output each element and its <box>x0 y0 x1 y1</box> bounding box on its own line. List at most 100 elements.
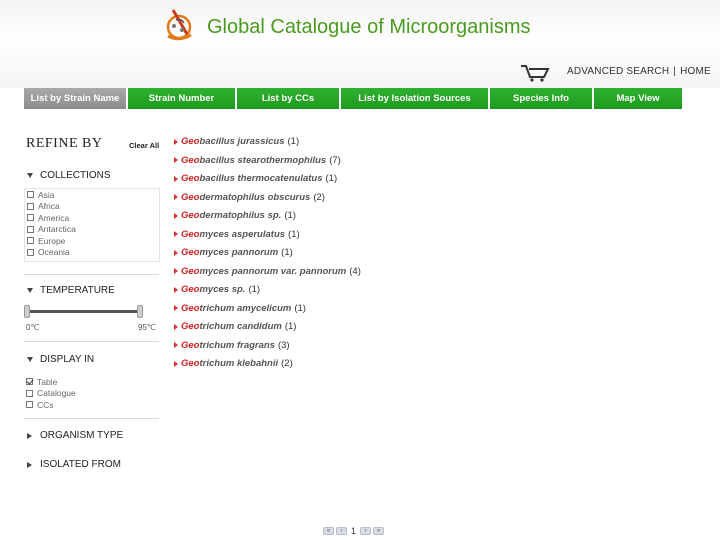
tab-strain-number[interactable]: Strain Number <box>128 88 237 109</box>
strain-name-link[interactable]: Geodermatophilus obscurus <box>181 192 310 203</box>
bullet-arrow-icon <box>174 138 178 145</box>
display-in-options: Table Catalogue CCs <box>26 376 76 411</box>
match-highlight: Geo <box>181 284 200 295</box>
strain-name-link[interactable]: Geomyces pannorum var. pannorum <box>181 266 346 277</box>
display-option-ccs[interactable]: CCs <box>26 399 76 411</box>
clear-all-link[interactable]: Clear All <box>129 141 159 150</box>
checkbox-label: CCs <box>37 399 54 410</box>
strain-name-link[interactable]: Geotrichum candidum <box>181 321 282 332</box>
list-item[interactable]: Geotrichum amycelicum (1) <box>174 303 306 314</box>
collapse-triangle-icon <box>27 288 33 293</box>
collection-option-america[interactable]: America <box>27 212 159 224</box>
list-item[interactable]: Geobacillus jurassicus (1) <box>174 136 299 147</box>
temperature-slider-track[interactable] <box>27 310 141 313</box>
checkbox[interactable] <box>26 401 33 409</box>
tab-list-by-ccs[interactable]: List by CCs <box>237 88 341 109</box>
list-item[interactable]: Geomyces asperulatus (1) <box>174 229 300 240</box>
collection-option-asia[interactable]: Asia <box>27 189 159 201</box>
bullet-arrow-icon <box>174 268 178 274</box>
home-link[interactable]: HOME <box>680 66 711 77</box>
checkbox[interactable] <box>27 191 34 199</box>
match-highlight: Geo <box>181 191 200 203</box>
match-highlight: Geo <box>181 321 200 332</box>
name-rest: bacillus stearothermophilus <box>199 154 327 166</box>
strain-name-link[interactable]: Geobacillus thermocatenulatus <box>181 173 323 184</box>
checkbox[interactable] <box>26 389 33 397</box>
temperature-slider-max-handle[interactable] <box>137 305 143 318</box>
strain-name-link[interactable]: Geodermatophilus sp. <box>181 210 281 221</box>
bullet-arrow-icon <box>174 323 178 330</box>
strain-count: (2) <box>281 358 293 369</box>
bullet-arrow-icon <box>174 157 178 163</box>
last-page-button[interactable]: » <box>373 527 385 535</box>
tab-map-view[interactable]: Map View <box>594 88 682 109</box>
display-option-table[interactable]: Table <box>26 376 76 388</box>
list-item[interactable]: Geotrichum fragrans (3) <box>174 340 290 351</box>
list-item[interactable]: Geomyces pannorum (1) <box>174 247 293 258</box>
checkbox[interactable] <box>27 248 34 256</box>
section-divider <box>24 274 159 275</box>
prev-page-button[interactable]: ‹ <box>336 527 347 535</box>
display-option-catalogue[interactable]: Catalogue <box>26 388 76 400</box>
strain-count: (1) <box>325 173 338 184</box>
name-rest: dermatophilus sp. <box>199 210 282 221</box>
list-item[interactable]: Geobacillus stearothermophilus (7) <box>174 155 341 166</box>
organism-type-section-toggle[interactable]: ORGANISM TYPE <box>27 430 123 441</box>
checkbox[interactable] <box>27 225 34 233</box>
strain-name-link[interactable]: Geobacillus jurassicus <box>181 136 285 147</box>
section-divider <box>24 418 159 419</box>
expand-triangle-icon <box>27 461 32 468</box>
gcm-logo-icon[interactable] <box>163 6 197 44</box>
temperature-slider-min-handle[interactable] <box>24 305 30 318</box>
list-item[interactable]: Geomyces pannorum var. pannorum (4) <box>174 266 361 277</box>
name-rest: myces pannorum <box>199 247 279 258</box>
name-rest: trichum candidum <box>199 321 282 332</box>
tab-species-info[interactable]: Species Info <box>490 88 594 109</box>
site-title[interactable]: Global Catalogue of Microorganisms <box>207 16 531 39</box>
strain-count: (2) <box>313 191 325 203</box>
strain-name-link[interactable]: Geomyces pannorum <box>181 247 278 258</box>
checkbox-label: Africa <box>38 201 60 212</box>
tab-list-by-strain-name[interactable]: List by Strain Name <box>24 88 128 109</box>
bullet-arrow-icon <box>174 194 178 200</box>
strain-name-link[interactable]: Geotrichum klebahnii <box>181 358 278 369</box>
collection-option-europe[interactable]: Europe <box>27 235 159 247</box>
checkbox-checked[interactable] <box>26 378 33 386</box>
checkbox-label: Europe <box>38 235 66 246</box>
strain-name-link[interactable]: Geobacillus stearothermophilus <box>181 155 326 166</box>
checkbox[interactable] <box>27 202 34 210</box>
collections-list[interactable]: Asia Africa America Antarctica Europe Oc… <box>24 188 160 262</box>
advanced-search-link[interactable]: ADVANCED SEARCH <box>567 66 669 77</box>
list-item[interactable]: Geobacillus thermocatenulatus (1) <box>174 173 337 184</box>
collections-section-toggle[interactable]: COLLECTIONS <box>27 170 111 181</box>
list-item[interactable]: Geotrichum candidum (1) <box>174 321 296 332</box>
isolated-from-section-toggle[interactable]: ISOLATED FROM <box>27 459 121 470</box>
strain-name-link[interactable]: Geomyces sp. <box>181 284 245 295</box>
display-in-section-toggle[interactable]: DISPLAY IN <box>27 354 94 365</box>
cart-icon[interactable] <box>520 63 550 83</box>
strain-name-link[interactable]: Geotrichum amycelicum <box>181 303 291 314</box>
list-item[interactable]: Geodermatophilus sp. (1) <box>174 210 296 221</box>
collection-option-africa[interactable]: Africa <box>27 201 159 213</box>
main-nav: List by Strain Name Strain Number List b… <box>24 88 682 109</box>
current-page-number: 1 <box>351 526 357 536</box>
first-page-button[interactable]: « <box>323 527 334 535</box>
collection-option-oceania[interactable]: Oceania <box>27 247 159 259</box>
name-rest: myces sp. <box>199 284 246 295</box>
checkbox[interactable] <box>27 214 34 222</box>
list-item[interactable]: Geodermatophilus obscurus (2) <box>174 192 325 203</box>
list-item[interactable]: Geomyces sp. (1) <box>174 284 260 295</box>
strain-count: (1) <box>248 284 261 295</box>
checkbox-label: America <box>38 212 70 223</box>
strain-name-link[interactable]: Geotrichum fragrans <box>181 340 275 351</box>
next-page-button[interactable]: › <box>360 527 372 535</box>
strain-name-link[interactable]: Geomyces asperulatus <box>181 229 285 240</box>
tab-list-by-isolation-sources[interactable]: List by Isolation Sources <box>341 88 490 109</box>
collections-title: COLLECTIONS <box>40 170 111 181</box>
temperature-section-toggle[interactable]: TEMPERATURE <box>27 285 115 296</box>
checkbox[interactable] <box>27 237 34 245</box>
link-separator: | <box>673 66 677 77</box>
bullet-arrow-icon <box>174 305 178 311</box>
list-item[interactable]: Geotrichum klebahnii (2) <box>174 358 293 369</box>
collection-option-antarctica[interactable]: Antarctica <box>27 224 159 236</box>
